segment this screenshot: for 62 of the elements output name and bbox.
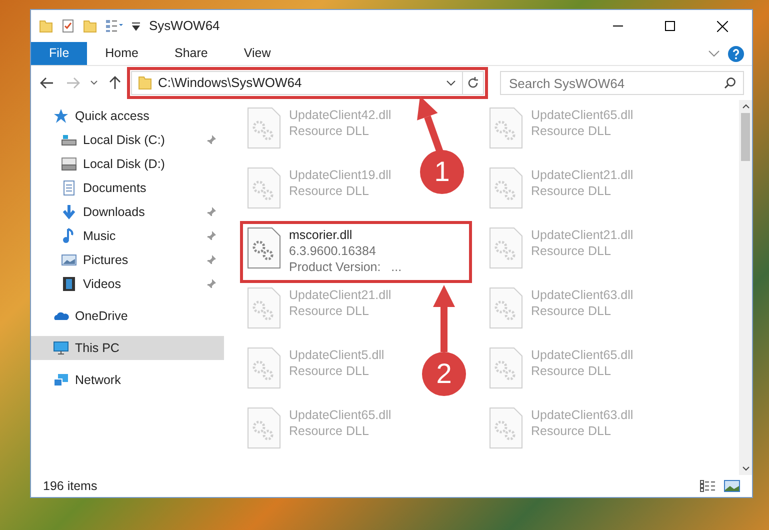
picture-icon <box>61 252 77 268</box>
pin-icon[interactable] <box>206 231 216 241</box>
chevron-down-icon[interactable] <box>446 80 456 86</box>
file-gears-icon <box>247 407 281 449</box>
file-gears-icon <box>247 287 281 329</box>
large-icons-view-icon[interactable] <box>724 480 740 492</box>
scrollbar[interactable] <box>739 100 752 475</box>
file-gears-icon <box>489 107 523 149</box>
file-gears-icon <box>247 347 281 389</box>
pin-icon[interactable] <box>206 207 216 217</box>
chevron-down-icon[interactable] <box>742 466 750 471</box>
film-icon <box>61 276 77 292</box>
pin-icon[interactable] <box>206 135 216 145</box>
pin-icon[interactable] <box>206 255 216 265</box>
refresh-icon[interactable] <box>467 77 479 89</box>
folder-icon <box>138 76 152 90</box>
dropdown-icon[interactable] <box>131 21 141 31</box>
file-gears-icon <box>489 347 523 389</box>
sidebar-item[interactable]: Network <box>31 368 224 392</box>
ribbon-tab[interactable]: Home <box>87 42 156 65</box>
file-gears-icon <box>247 107 281 149</box>
item-count: 196 items <box>43 478 98 495</box>
sidebar-item[interactable]: Local Disk (C:) <box>31 128 224 152</box>
down-arrow-icon <box>61 204 77 220</box>
search-field[interactable]: Search SysWOW64 <box>500 71 744 95</box>
pin-icon[interactable] <box>206 279 216 289</box>
scrollbar-thumb[interactable] <box>741 113 750 161</box>
sidebar-item[interactable]: Downloads <box>31 200 224 224</box>
file-gears-icon <box>247 227 281 269</box>
file-gears-icon <box>489 287 523 329</box>
sidebar-item[interactable]: OneDrive <box>31 304 224 328</box>
file-gears-icon <box>489 227 523 269</box>
sidebar-item[interactable]: Music <box>31 224 224 248</box>
ribbon-tab[interactable]: View <box>226 42 289 65</box>
drive-icon <box>61 156 77 172</box>
checklist-icon[interactable] <box>61 19 75 33</box>
ribbon-tab[interactable]: File <box>31 42 88 65</box>
network-icon <box>53 372 69 388</box>
callout-arrow <box>432 285 456 352</box>
chevron-up-icon[interactable] <box>742 104 750 109</box>
file-gears-icon <box>247 167 281 209</box>
list-icon[interactable] <box>105 19 123 33</box>
sidebar-item[interactable]: Documents <box>31 176 224 200</box>
file-item[interactable]: mscorier.dll 6.3.9600.16384 Product Version: ... <box>243 224 469 280</box>
document-icon <box>61 180 77 196</box>
file-gears-icon <box>489 407 523 449</box>
file-gears-icon <box>489 167 523 209</box>
help-icon[interactable] <box>728 46 744 62</box>
drive-icon <box>61 132 77 148</box>
ribbon-tab[interactable]: Share <box>156 42 226 65</box>
minimize-icon <box>613 25 623 27</box>
sidebar-item[interactable]: Pictures <box>31 248 224 272</box>
star-icon <box>53 108 69 124</box>
monitor-icon <box>53 340 69 356</box>
details-view-icon[interactable] <box>700 480 716 492</box>
close-icon <box>716 20 728 32</box>
sidebar-item[interactable]: Videos <box>31 272 224 296</box>
window-title: SysWOW64 <box>149 17 220 36</box>
maximize-icon <box>665 21 675 31</box>
sidebar-item[interactable]: Local Disk (D:) <box>31 152 224 176</box>
sidebar-item[interactable]: This PC <box>31 336 224 360</box>
sidebar-item[interactable]: Quick access <box>31 104 224 128</box>
